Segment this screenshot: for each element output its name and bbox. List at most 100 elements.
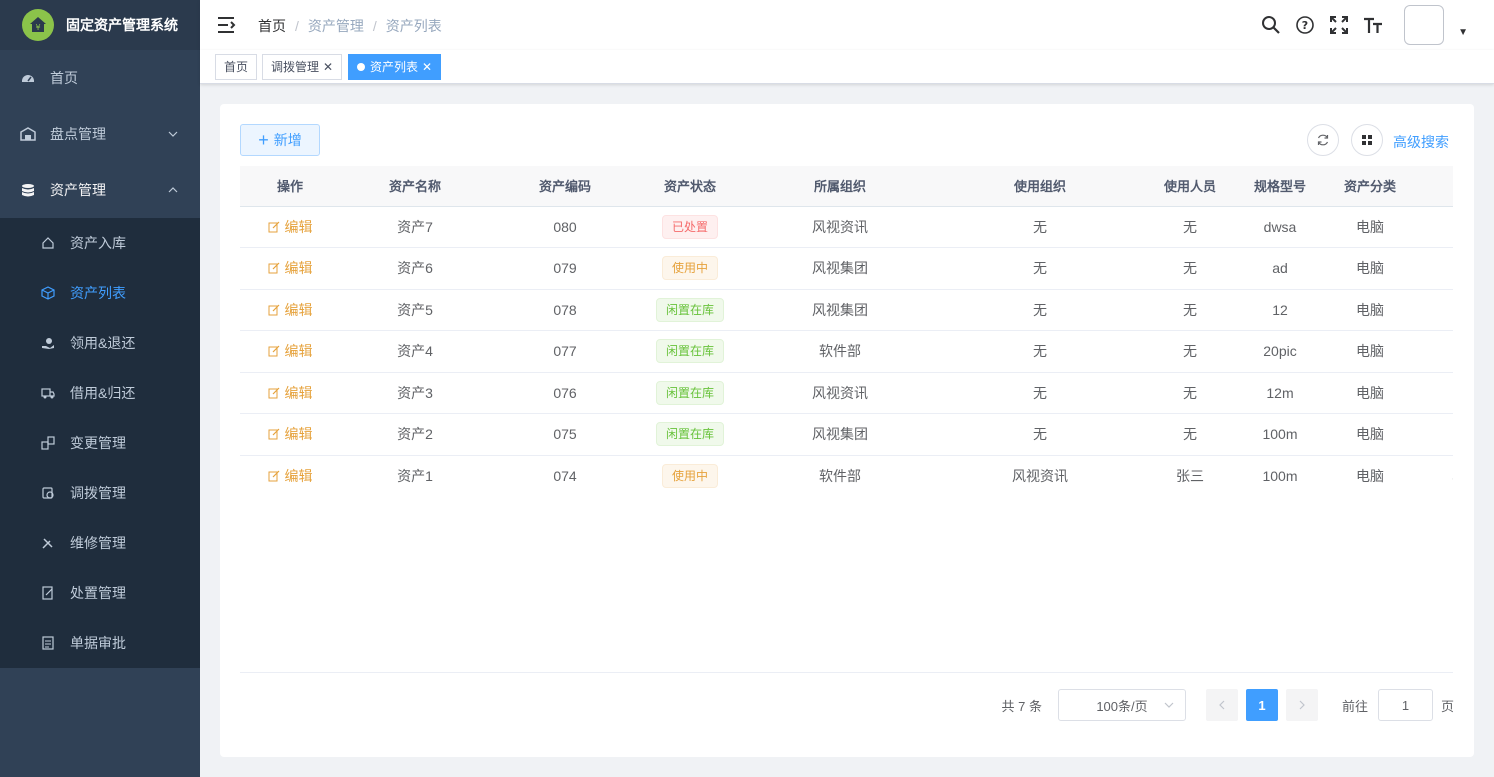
status-badge: 闲置在库 [655,339,724,364]
goto-page-input[interactable]: 1 [1377,689,1433,721]
chevron-right-icon [1299,700,1305,710]
edit-button[interactable]: 编辑 [268,300,313,320]
column-header: 资产状态 [640,166,740,207]
columns-button[interactable] [1351,124,1383,156]
sidebar-item-repair[interactable]: 维修管理 [0,518,200,568]
table-cell-action: 编辑 [240,289,340,331]
sidebar-item-assets[interactable]: 资产管理 [0,162,200,218]
status-badge: 闲置在库 [655,380,724,405]
edit-icon [268,304,279,316]
table-cell-name: 资产5 [340,289,490,331]
font-size-icon[interactable] [1362,14,1384,36]
tag-transfer[interactable]: 调拨管理 ✕ [262,54,343,80]
table-cell-user: 无 [1140,206,1240,248]
page-number-button[interactable]: 1 [1245,689,1278,721]
logo-area[interactable]: ¥ 固定资产管理系统 [0,0,200,50]
table-cell-status: 使用中 [640,247,740,290]
asset-table: 操作 资产名称 资产编码 资产状态 所属组织 使用组织 使用人员 规格型号 资产… [240,166,1453,495]
status-badge: 闲置在库 [655,422,724,447]
status-badge: 使用中 [661,463,718,488]
table-cell-user: 无 [1140,289,1240,331]
logo-icon: ¥ [22,9,54,41]
chevron-down-icon [168,131,178,137]
table-cell-status: 使用中 [640,455,740,495]
table-cell-action: 编辑 [240,206,340,248]
table-cell-status: 闲置在库 [640,289,740,331]
fullscreen-icon[interactable] [1328,14,1350,36]
sidebar-item-label: 领用&退还 [70,335,136,351]
sidebar-item-label: 资产列表 [70,285,126,301]
breadcrumb: 首页 / 资产管理 / 资产列表 [258,16,442,36]
divider [240,672,1453,673]
sidebar-item-change[interactable]: 变更管理 [0,418,200,468]
table-cell-code: 078 [490,289,640,331]
table-cell-action: 编辑 [240,247,340,290]
edit-button[interactable]: 编辑 [268,466,313,486]
box-icon [40,285,56,301]
table-cell-model: 100m [1240,455,1320,495]
close-icon[interactable]: ✕ [422,55,432,79]
edit-icon [268,345,279,357]
chevron-down-icon [1164,702,1174,708]
table-cell-code: 079 [490,247,640,290]
edit-button[interactable]: 编辑 [268,217,313,237]
table-cell-extra: 无 [1420,413,1453,456]
avatar[interactable] [1404,5,1445,45]
hamburger-icon[interactable] [216,15,236,35]
sidebar-item-label: 调拨管理 [70,485,126,501]
sidebar-item-asset-list[interactable]: 资产列表 [0,268,200,318]
transfer-icon [40,485,56,501]
next-page-button[interactable] [1285,689,1318,721]
table-cell-action: 编辑 [240,372,340,414]
table-cell-category: 电脑 [1320,372,1420,414]
edit-button[interactable]: 编辑 [268,258,313,278]
column-header: 保 [1420,166,1453,207]
table-row: 编辑资产4077闲置在库软件部无无20pic电脑无 [240,330,1453,373]
table-cell-name: 资产1 [340,455,490,495]
advanced-search-link[interactable]: 高级搜索 [1393,132,1449,152]
sidebar-item-approval[interactable]: 单据审批 [0,618,200,668]
sidebar-item-inventory[interactable]: 盘点管理 [0,106,200,162]
table-cell-model: 12m [1240,372,1320,414]
edit-icon [268,262,279,274]
table-cell-use-org: 风视资讯 [940,455,1140,495]
table-cell-extra: 无 [1420,330,1453,373]
close-icon[interactable]: ✕ [323,55,333,79]
table-cell-category: 电脑 [1320,247,1420,290]
page-size-select[interactable]: 100条/页 [1057,689,1186,721]
sidebar-item-disposal[interactable]: 处置管理 [0,568,200,618]
sidebar-item-receive-return[interactable]: 领用&退还 [0,318,200,368]
table-cell-action: 编辑 [240,455,340,495]
svg-text:¥: ¥ [35,23,40,32]
caret-down-icon[interactable]: ▼ [1458,27,1468,38]
prev-page-button[interactable] [1205,689,1238,721]
edit-button[interactable]: 编辑 [268,383,313,403]
table-cell-name: 资产3 [340,372,490,414]
table-cell-user: 无 [1140,372,1240,414]
svg-text:?: ? [1302,19,1308,32]
sidebar-item-asset-inbound[interactable]: 资产入库 [0,218,200,268]
sidebar-item-transfer[interactable]: 调拨管理 [0,468,200,518]
edit-button[interactable]: 编辑 [268,424,313,444]
table-cell-status: 闲置在库 [640,413,740,456]
table-cell-use-org: 无 [940,247,1140,290]
add-button[interactable]: + 新增 [240,124,320,156]
search-icon[interactable] [1260,14,1282,36]
sidebar-item-borrow-return[interactable]: 借用&归还 [0,368,200,418]
table-cell-model: 100m [1240,413,1320,456]
table-cell-user: 无 [1140,413,1240,456]
table-cell-category: 电脑 [1320,455,1420,495]
edit-button[interactable]: 编辑 [268,341,313,361]
table-cell-category: 电脑 [1320,206,1420,248]
help-icon[interactable]: ? [1294,14,1316,36]
grid-icon [1362,135,1372,145]
table-cell-use-org: 无 [940,413,1140,456]
sidebar-item-label: 维修管理 [70,535,126,551]
refresh-button[interactable] [1307,124,1339,156]
table-cell-user: 无 [1140,247,1240,290]
tag-home[interactable]: 首页 [215,54,258,80]
breadcrumb-home[interactable]: 首页 [258,16,286,36]
sidebar-item-label: 盘点管理 [50,126,106,142]
sidebar-item-home[interactable]: 首页 [0,50,200,106]
tag-asset-list[interactable]: 资产列表 ✕ [348,54,442,80]
